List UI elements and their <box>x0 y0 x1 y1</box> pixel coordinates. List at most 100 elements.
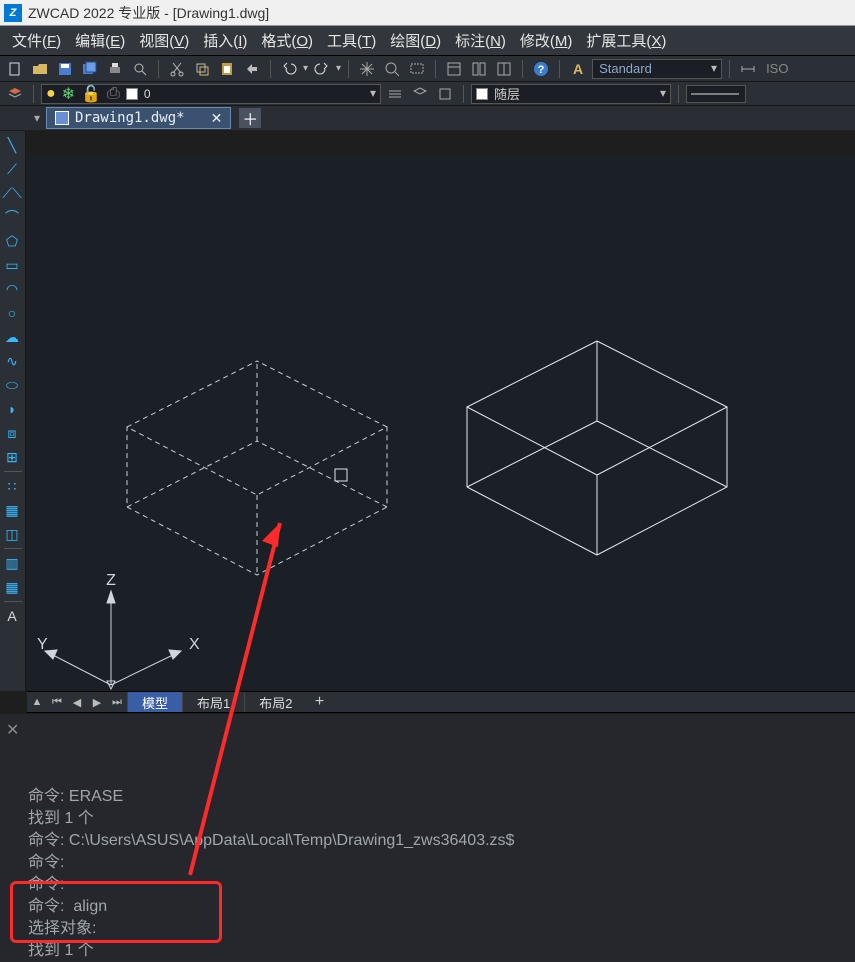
menu-e[interactable]: 编辑(E) <box>69 27 131 54</box>
menu-f[interactable]: 文件(F) <box>6 27 67 54</box>
zoom-button[interactable] <box>381 58 403 80</box>
point-tool[interactable]: ∷ <box>0 476 24 496</box>
layer-prev-button[interactable] <box>409 83 431 105</box>
tool-palette-button[interactable] <box>493 58 515 80</box>
insert-block-tool[interactable]: ⧈ <box>0 423 24 443</box>
axis-z-label: Z <box>106 572 116 589</box>
layout-up-icon[interactable]: ▲ <box>27 692 47 712</box>
layout-tab-0[interactable]: 模型 <box>127 692 182 712</box>
menu-i[interactable]: 插入(I) <box>197 27 253 54</box>
ellipse-tool[interactable]: ⬭ <box>0 375 24 395</box>
color-label: 随层 <box>494 84 520 103</box>
open-file-button[interactable] <box>29 58 51 80</box>
command-line: 命令: ERASE <box>28 786 847 808</box>
make-block-tool[interactable]: ⊞ <box>0 447 24 467</box>
dim-style-label: ISO <box>766 61 788 76</box>
drawing-canvas[interactable]: Z X Y <box>27 155 855 691</box>
gradient-tool[interactable]: ◫ <box>0 524 24 544</box>
menu-n[interactable]: 标注(N) <box>449 27 512 54</box>
undo-button[interactable] <box>278 58 300 80</box>
axis-x-label: X <box>189 636 200 653</box>
tab-close-button[interactable]: ✕ <box>211 110 223 127</box>
copy-button[interactable] <box>191 58 213 80</box>
color-swatch <box>476 88 488 100</box>
menu-d[interactable]: 绘图(D) <box>384 27 447 54</box>
print-button[interactable] <box>104 58 126 80</box>
design-center-button[interactable] <box>468 58 490 80</box>
text-tool[interactable]: A <box>0 606 24 626</box>
circle-tool[interactable]: ○ <box>0 303 24 323</box>
bulb-icon: ● <box>46 85 56 103</box>
sun-icon: ❄ <box>62 84 75 104</box>
tab-scroll-icon[interactable]: ▾ <box>28 111 46 125</box>
match-button[interactable] <box>241 58 263 80</box>
layer-match-button[interactable] <box>384 83 406 105</box>
ellipse-arc-tool[interactable]: ◗ <box>0 399 24 419</box>
command-window[interactable]: ✕ 命令: ERASE找到 1 个命令: C:\Users\ASUS\AppDa… <box>0 714 855 962</box>
line-tool[interactable]: ╲ <box>0 135 24 155</box>
menu-x[interactable]: 扩展工具(X) <box>580 27 672 54</box>
save-button[interactable] <box>54 58 76 80</box>
new-tab-button[interactable]: ＋ <box>239 108 261 128</box>
hatch-tool[interactable]: ▦ <box>0 500 24 520</box>
file-tab-active[interactable]: Drawing1.dwg* ✕ <box>46 107 231 129</box>
layer-iso-button[interactable] <box>434 83 456 105</box>
menu-m[interactable]: 修改(M) <box>514 27 579 54</box>
menu-t[interactable]: 工具(T) <box>321 27 382 54</box>
layout-prev-icon[interactable]: ◀ <box>67 692 87 712</box>
layer-manager-button[interactable] <box>4 83 26 105</box>
command-line: 命令: C:\Users\ASUS\AppData\Local\Temp\Dra… <box>28 830 847 852</box>
color-bylayer-dropdown[interactable]: 随层 <box>471 84 671 104</box>
lock-icon: 🔓 <box>81 84 101 104</box>
layout-tabstrip: ▲ ⏮ ◀ ▶ ⏭ 模型布局1布局2 + <box>27 691 855 713</box>
polyline-tool[interactable]: ⟋⟍ <box>0 183 24 203</box>
command-close-icon[interactable]: ✕ <box>6 720 19 742</box>
layout-tab-1[interactable]: 布局1 <box>182 692 244 712</box>
toolbar-standard: ▾ ▾ ? A Standard ISO <box>0 56 855 82</box>
command-line: 找到 1 个 <box>28 808 847 830</box>
ray-tool[interactable]: ⟋ <box>0 159 24 179</box>
linetype-dropdown[interactable] <box>686 85 746 103</box>
layout-add-button[interactable]: + <box>306 693 332 711</box>
arc-tool[interactable]: ⌒ <box>0 207 24 227</box>
region-tool[interactable]: ▥ <box>0 553 24 573</box>
layout-last-icon[interactable]: ⏭ <box>107 692 127 712</box>
command-line: 命令: align <box>28 896 847 918</box>
command-line: 选择对象: <box>28 918 847 940</box>
zoom-window-button[interactable] <box>406 58 428 80</box>
properties-button[interactable] <box>443 58 465 80</box>
polygon-tool[interactable]: ⬠ <box>0 231 24 251</box>
spline-tool[interactable]: ∿ <box>0 351 24 371</box>
text-style-icon[interactable]: A <box>567 58 589 80</box>
pan-button[interactable] <box>356 58 378 80</box>
arc2-tool[interactable]: ◠ <box>0 279 24 299</box>
new-file-button[interactable] <box>4 58 26 80</box>
menu-o[interactable]: 格式(O) <box>255 27 319 54</box>
svg-text:?: ? <box>538 64 545 76</box>
draw-toolbar: ╲ ⟋ ⟋⟍ ⌒ ⬠ ▭ ◠ ○ ☁ ∿ ⬭ ◗ ⧈ ⊞ ∷ ▦ ◫ ▥ ▦ A <box>0 131 26 691</box>
layer-dropdown[interactable]: ● ❄ 🔓 ⎙ 0 <box>41 84 381 104</box>
layout-first-icon[interactable]: ⏮ <box>47 692 67 712</box>
cut-button[interactable] <box>166 58 188 80</box>
command-line: 找到 1 个 <box>28 940 847 962</box>
layout-tab-2[interactable]: 布局2 <box>244 692 306 712</box>
layer-color-swatch <box>126 88 138 100</box>
toolbar-layers: ● ❄ 🔓 ⎙ 0 随层 <box>0 82 855 106</box>
dim-style-icon[interactable] <box>737 58 759 80</box>
revcloud-tool[interactable]: ☁ <box>0 327 24 347</box>
help-button[interactable]: ? <box>530 58 552 80</box>
axis-y-label: Y <box>37 636 48 653</box>
paste-button[interactable] <box>216 58 238 80</box>
text-style-dropdown[interactable]: Standard <box>592 59 722 79</box>
layer-name: 0 <box>144 87 151 101</box>
redo-button[interactable] <box>311 58 333 80</box>
file-tab-label: Drawing1.dwg* <box>75 110 185 126</box>
table-tool[interactable]: ▦ <box>0 577 24 597</box>
rectangle-tool[interactable]: ▭ <box>0 255 24 275</box>
preview-button[interactable] <box>129 58 151 80</box>
saveall-button[interactable] <box>79 58 101 80</box>
menu-bar: 文件(F)编辑(E)视图(V)插入(I)格式(O)工具(T)绘图(D)标注(N)… <box>0 26 855 56</box>
menu-v[interactable]: 视图(V) <box>133 27 195 54</box>
layout-next-icon[interactable]: ▶ <box>87 692 107 712</box>
command-line: 命令: <box>28 874 847 896</box>
